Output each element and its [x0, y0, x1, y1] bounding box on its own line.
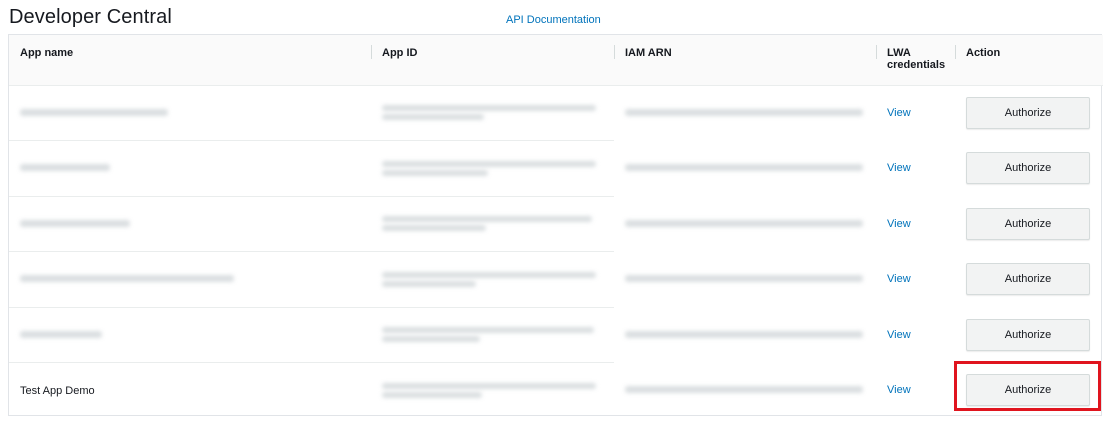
redacted-app-id: [382, 336, 480, 343]
iam-arn-cell: [614, 252, 876, 308]
table-row: View Authorize: [9, 140, 1103, 197]
column-header-label: IAM ARN: [625, 47, 672, 59]
redacted-app-name: [20, 108, 168, 116]
lwa-cell: View: [876, 196, 955, 252]
redacted-app-name: [20, 275, 234, 283]
column-header-iam-arn[interactable]: IAM ARN: [614, 35, 876, 86]
lwa-cell: View: [876, 85, 955, 141]
app-name-cell: [9, 140, 371, 197]
authorize-button[interactable]: Authorize: [966, 374, 1090, 407]
table-row: View Authorize: [9, 196, 1103, 252]
lwa-cell: View: [876, 252, 955, 308]
table-row: Test App Demo View Authorize: [9, 363, 1103, 419]
column-header-action: Action: [955, 35, 1103, 86]
view-credentials-link[interactable]: View: [887, 329, 911, 341]
column-header-label: App ID: [382, 47, 418, 59]
redacted-app-id: [382, 225, 486, 232]
redacted-app-id: [382, 271, 596, 278]
api-documentation-link[interactable]: API Documentation: [506, 14, 601, 26]
app-name-cell: [9, 251, 371, 308]
action-cell: Authorize: [955, 85, 1103, 141]
redacted-app-id: [382, 114, 484, 121]
app-name-cell: [9, 196, 371, 252]
app-id-cell: [371, 196, 614, 252]
apps-table: App name App ID IAM ARN LWA credentials A…: [8, 34, 1103, 419]
column-header-label: Action: [966, 47, 1001, 59]
table-row: View Authorize: [9, 307, 1103, 363]
view-credentials-link[interactable]: View: [887, 273, 911, 285]
column-divider[interactable]: [371, 45, 372, 59]
iam-arn-cell: [614, 196, 876, 252]
iam-arn-cell: [614, 363, 876, 419]
redacted-iam-arn: [625, 109, 863, 116]
app-id-cell: [371, 251, 614, 308]
app-name-cell: [9, 85, 371, 141]
app-name-cell: [9, 307, 371, 363]
lwa-cell: View: [876, 141, 955, 197]
table-row: View Authorize: [9, 85, 1103, 141]
view-credentials-link[interactable]: View: [887, 384, 911, 396]
redacted-iam-arn: [625, 386, 863, 394]
redacted-app-id: [382, 280, 476, 287]
action-cell: Authorize: [955, 307, 1103, 363]
redacted-app-name: [20, 219, 130, 227]
redacted-app-id: [382, 169, 488, 176]
authorize-button[interactable]: Authorize: [966, 207, 1090, 240]
table-row: View Authorize: [9, 251, 1103, 308]
lwa-cell: View: [876, 363, 955, 419]
column-header-app-id[interactable]: App ID: [371, 35, 614, 86]
app-id-cell: [371, 85, 614, 141]
redacted-app-id: [382, 327, 594, 334]
redacted-iam-arn: [625, 330, 863, 338]
view-credentials-link[interactable]: View: [887, 162, 911, 174]
redacted-app-id: [382, 383, 596, 389]
column-header-label: LWA: [887, 47, 911, 59]
table-header-row: App name App ID IAM ARN LWA credentials A…: [9, 35, 1103, 86]
view-credentials-link[interactable]: View: [887, 107, 911, 119]
redacted-iam-arn: [625, 275, 863, 283]
redacted-app-id: [382, 160, 596, 167]
action-cell: Authorize: [955, 196, 1103, 252]
iam-arn-cell: [614, 307, 876, 363]
authorize-button[interactable]: Authorize: [966, 263, 1090, 296]
column-header-app-name[interactable]: App name: [9, 35, 371, 86]
action-cell: Authorize: [955, 141, 1103, 197]
app-name-cell: Test App Demo: [9, 363, 371, 419]
authorize-button[interactable]: Authorize: [966, 152, 1090, 185]
column-divider[interactable]: [955, 45, 956, 59]
redacted-app-id: [382, 216, 592, 223]
redacted-iam-arn: [625, 219, 863, 227]
app-id-cell: [371, 140, 614, 197]
authorize-button[interactable]: Authorize: [966, 97, 1090, 129]
page-title: Developer Central: [9, 6, 172, 28]
authorize-button[interactable]: Authorize: [966, 318, 1090, 351]
redacted-app-name: [20, 330, 102, 338]
action-cell: Authorize: [955, 252, 1103, 308]
app-id-cell: [371, 363, 614, 419]
column-header-label: credentials: [887, 59, 946, 71]
redacted-iam-arn: [625, 164, 863, 172]
action-cell: Authorize: [955, 363, 1103, 419]
column-divider[interactable]: [614, 45, 615, 59]
redacted-app-name: [20, 164, 110, 172]
column-divider[interactable]: [876, 45, 877, 59]
column-header-lwa-credentials[interactable]: LWA credentials: [876, 35, 955, 86]
iam-arn-cell: [614, 141, 876, 197]
view-credentials-link[interactable]: View: [887, 218, 911, 230]
column-header-label: App name: [20, 47, 74, 59]
iam-arn-cell: [614, 85, 876, 141]
page-header: Developer Central API Documentation: [0, 0, 1109, 34]
lwa-cell: View: [876, 307, 955, 363]
app-name: Test App Demo: [20, 384, 95, 397]
redacted-app-id: [382, 105, 596, 112]
redacted-app-id: [382, 392, 482, 398]
app-id-cell: [371, 307, 614, 363]
